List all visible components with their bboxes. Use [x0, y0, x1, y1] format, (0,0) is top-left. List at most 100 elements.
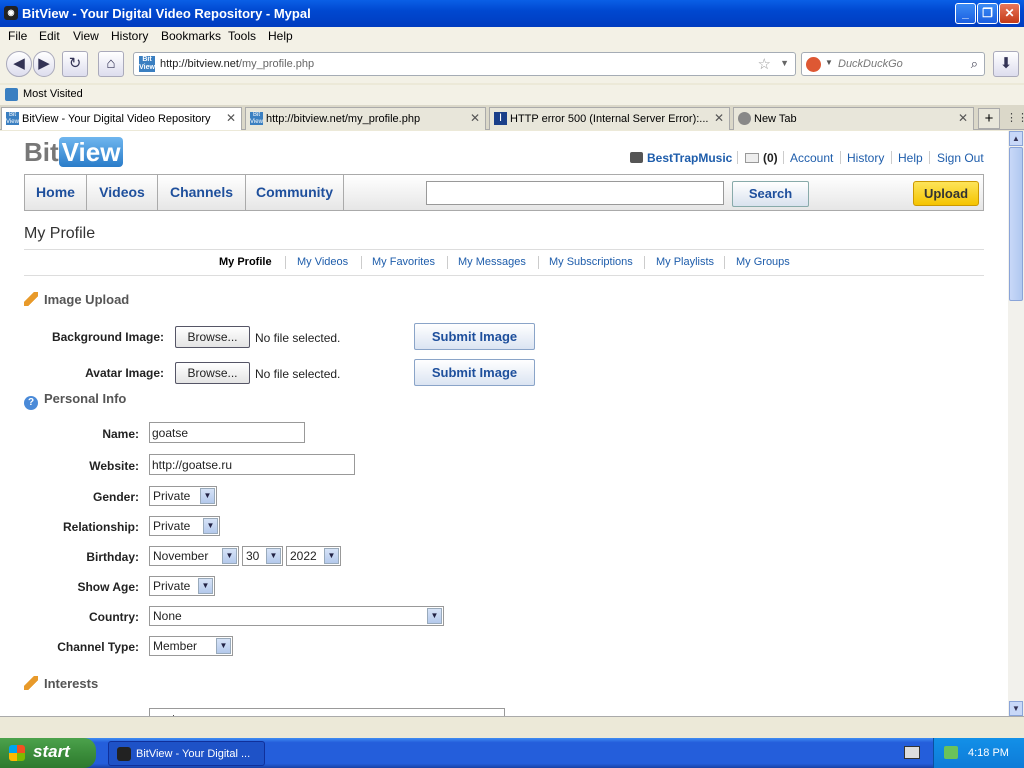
divider: [538, 256, 539, 269]
taskbar-item-label: BitView - Your Digital ...: [136, 748, 251, 760]
minimize-button[interactable]: _: [955, 3, 976, 24]
nav-channels[interactable]: Channels: [158, 175, 246, 210]
bitview-favicon-icon: Bit View: [6, 112, 19, 125]
website-input[interactable]: http://goatse.ru: [149, 454, 355, 475]
history-link[interactable]: History: [847, 151, 884, 165]
start-button[interactable]: start: [0, 738, 96, 768]
relationship-select[interactable]: Private ▼: [149, 516, 220, 536]
site-search-button[interactable]: Search: [732, 181, 809, 207]
interests-textarea[interactable]: goatse: [149, 708, 505, 716]
reload-icon[interactable]: ↻: [62, 51, 88, 77]
url-dropdown-icon[interactable]: ▼: [780, 58, 789, 68]
chevron-down-icon: ▼: [222, 548, 237, 564]
nav-home[interactable]: Home: [25, 175, 87, 210]
mail-icon[interactable]: [745, 153, 759, 163]
username-link[interactable]: BestTrapMusic: [647, 151, 732, 165]
country-label: Country:: [89, 610, 139, 624]
help-link[interactable]: Help: [898, 151, 923, 165]
tab-close-icon[interactable]: ✕: [226, 111, 236, 125]
home-icon[interactable]: ⌂: [98, 51, 124, 77]
site-search-input[interactable]: [426, 181, 724, 205]
chevron-down-icon: ▼: [203, 518, 218, 534]
maximize-button[interactable]: ❐: [977, 3, 998, 24]
taskbar-item-browser[interactable]: BitView - Your Digital ...: [108, 741, 265, 766]
search-engine-box[interactable]: ▼ DuckDuckGo ⌕: [801, 52, 985, 76]
account-link[interactable]: Account: [790, 151, 833, 165]
submit-background-button[interactable]: Submit Image: [414, 323, 535, 350]
divider: [285, 256, 286, 269]
country-select[interactable]: None ▼: [149, 606, 444, 626]
chevron-down-icon: ▼: [427, 608, 442, 624]
subnav-my-playlists[interactable]: My Playlists: [656, 256, 714, 268]
tab-my-profile[interactable]: Bit View http://bitview.net/my_profile.p…: [245, 107, 486, 130]
tab-close-icon[interactable]: ✕: [714, 111, 724, 125]
background-browse-button[interactable]: Browse...: [175, 326, 250, 348]
scroll-up-icon[interactable]: ▲: [1009, 131, 1023, 146]
birthday-year-select[interactable]: 2022 ▼: [286, 546, 341, 566]
question-icon: ?: [24, 396, 38, 410]
name-input[interactable]: goatse: [149, 422, 305, 443]
upload-button[interactable]: Upload: [913, 181, 979, 206]
back-arrow-icon[interactable]: ◀: [6, 51, 32, 77]
submit-avatar-button[interactable]: Submit Image: [414, 359, 535, 386]
url-bar[interactable]: Bit View http://bitview.net/my_profile.p…: [133, 52, 796, 76]
gender-select[interactable]: Private ▼: [149, 486, 217, 506]
section-personal-info: ? Personal Info: [24, 391, 126, 410]
tab-new-tab[interactable]: New Tab ✕: [733, 107, 974, 130]
page-scrollbar[interactable]: ▲ ▼: [1008, 131, 1024, 716]
forward-arrow-icon[interactable]: ▶: [33, 51, 55, 77]
subnav-my-favorites[interactable]: My Favorites: [372, 256, 435, 268]
menu-history[interactable]: History: [111, 29, 148, 43]
avatar-image-label: Avatar Image:: [85, 366, 164, 380]
subnav-my-groups[interactable]: My Groups: [736, 256, 790, 268]
menu-file[interactable]: File: [8, 29, 27, 43]
tab-label: HTTP error 500 (Internal Server Error):.…: [510, 113, 709, 125]
pencil-icon: [24, 292, 38, 306]
subnav-my-videos[interactable]: My Videos: [297, 256, 348, 268]
bitview-logo[interactable]: Bit View: [24, 137, 124, 168]
new-tab-plus-icon[interactable]: +: [978, 108, 1000, 129]
birthday-month-select[interactable]: November ▼: [149, 546, 239, 566]
sign-out-link[interactable]: Sign Out: [937, 151, 984, 165]
subnav-my-profile[interactable]: My Profile: [219, 256, 272, 268]
subnav-my-messages[interactable]: My Messages: [458, 256, 526, 268]
close-window-button[interactable]: ✕: [999, 3, 1020, 24]
channel-type-select[interactable]: Member ▼: [149, 636, 233, 656]
menu-tools[interactable]: Tools: [228, 29, 256, 43]
chevron-down-icon: ▼: [324, 548, 339, 564]
show-age-select[interactable]: Private ▼: [149, 576, 215, 596]
scroll-down-icon[interactable]: ▼: [1009, 701, 1023, 716]
divider: [724, 256, 725, 269]
tab-list-icon[interactable]: ⋮⋮: [1006, 111, 1024, 124]
menu-edit[interactable]: Edit: [39, 29, 60, 43]
network-icon[interactable]: [944, 746, 958, 759]
window-titlebar[interactable]: ◉ BitView - Your Digital Video Repositor…: [0, 0, 1024, 27]
website-label: Website:: [89, 459, 139, 473]
avatar-browse-button[interactable]: Browse...: [175, 362, 250, 384]
navigation-toolbar: ◀ ▶ ↻ ⌂ Bit View http://bitview.net/my_p…: [0, 45, 1024, 83]
tab-close-icon[interactable]: ✕: [958, 111, 968, 125]
scroll-thumb[interactable]: [1009, 147, 1023, 301]
birthday-day-select[interactable]: 30 ▼: [242, 546, 283, 566]
bookmark-star-icon[interactable]: ☆: [758, 55, 771, 73]
url-text: http://bitview.net/my_profile.php: [160, 58, 315, 70]
nav-videos[interactable]: Videos: [87, 175, 158, 210]
tab-bitview[interactable]: Bit View BitView - Your Digital Video Re…: [1, 107, 242, 130]
clock[interactable]: 4:18 PM: [968, 747, 1009, 759]
menu-bookmarks[interactable]: Bookmarks: [161, 29, 221, 43]
nav-community[interactable]: Community: [246, 175, 344, 210]
duckduckgo-icon[interactable]: [806, 57, 821, 72]
menu-view[interactable]: View: [73, 29, 99, 43]
subnav-my-subscriptions[interactable]: My Subscriptions: [549, 256, 633, 268]
engine-dropdown-icon[interactable]: ▼: [825, 58, 833, 67]
start-label: start: [33, 742, 70, 761]
channel-type-label: Channel Type:: [57, 640, 139, 654]
menu-help[interactable]: Help: [268, 29, 293, 43]
tab-http-error[interactable]: I HTTP error 500 (Internal Server Error)…: [489, 107, 730, 130]
search-icon[interactable]: ⌕: [971, 56, 978, 72]
download-arrow-icon[interactable]: ⬇: [993, 51, 1019, 77]
divider: [737, 151, 738, 164]
most-visited-link[interactable]: Most Visited: [23, 88, 83, 100]
keyboard-icon[interactable]: [904, 746, 920, 759]
tab-close-icon[interactable]: ✕: [470, 111, 480, 125]
